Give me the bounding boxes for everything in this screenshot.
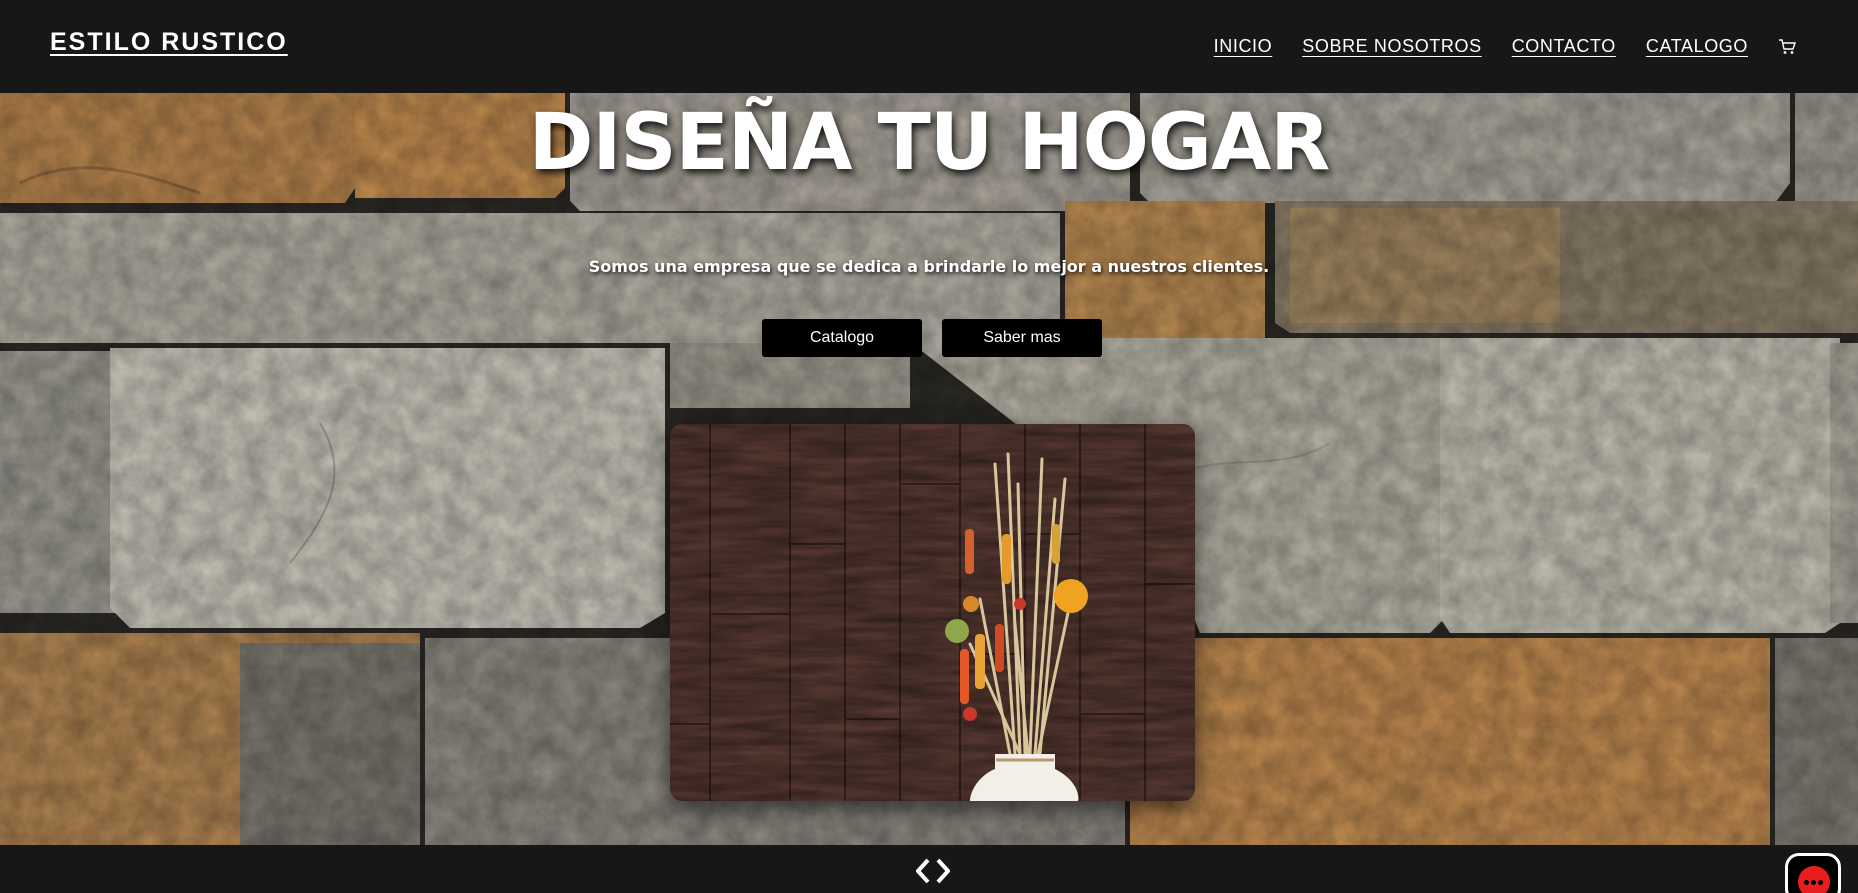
chat-bubble [1798,866,1830,893]
learn-more-button[interactable]: Saber mas [942,319,1102,357]
nav-link-sobre-nosotros[interactable]: SOBRE NOSOTROS [1302,36,1481,57]
catalog-button[interactable]: Catalogo [762,319,922,357]
wood-panel-vase-image [670,424,1195,801]
hero-section: DISEÑA TU HOGAR Somos una empresa que se… [0,93,1858,845]
nav-link-contacto[interactable]: CONTACTO [1512,36,1616,57]
top-navbar: ESTILO RUSTICO INICIO SOBRE NOSOTROS CON… [0,0,1858,93]
nav-link-catalogo[interactable]: CATALOGO [1646,36,1748,57]
feature-image [670,424,1195,801]
footer-bar [0,845,1858,893]
brand-logo[interactable]: ESTILO RUSTICO [50,28,288,57]
hero-title: DISEÑA TU HOGAR [528,98,1331,188]
slider-arrows-icon[interactable] [913,857,953,885]
main-nav: INICIO SOBRE NOSOTROS CONTACTO CATALOGO [1214,0,1858,93]
chat-icon[interactable] [1785,853,1841,893]
cart-icon[interactable] [1778,38,1796,56]
hero-subtitle: Somos una empresa que se dedica a brinda… [588,257,1270,276]
nav-link-inicio[interactable]: INICIO [1214,36,1273,57]
